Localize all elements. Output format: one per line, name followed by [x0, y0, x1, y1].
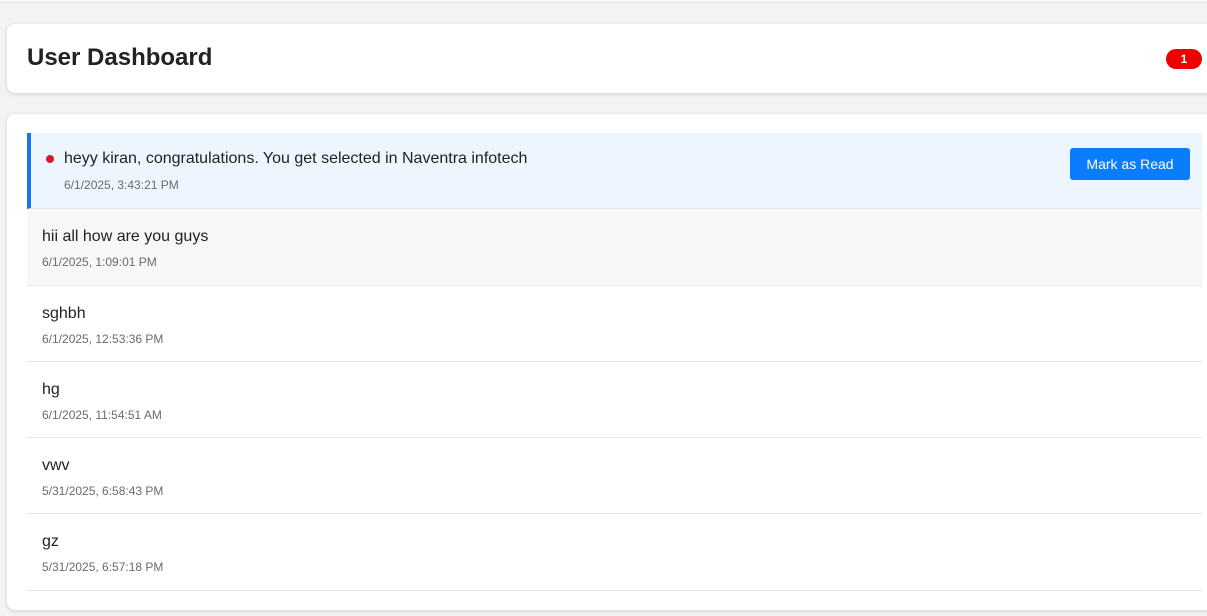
notification-item[interactable]: vwv 5/31/2025, 6:58:43 PM: [27, 438, 1202, 514]
notification-message: hii all how are you guys: [42, 228, 209, 245]
notification-item-unread[interactable]: heyy kiran, congratulations. You get sel…: [27, 133, 1202, 209]
notifications-panel: heyy kiran, congratulations. You get sel…: [7, 114, 1207, 610]
notification-timestamp: 5/31/2025, 6:58:43 PM: [42, 484, 164, 498]
top-divider: [0, 0, 1207, 3]
notification-item[interactable]: sghbh 6/1/2025, 12:53:36 PM: [27, 286, 1202, 362]
notification-message: hg: [42, 381, 60, 398]
notification-item[interactable]: gz 5/31/2025, 6:57:18 PM: [27, 514, 1202, 591]
notification-timestamp: 6/1/2025, 12:53:36 PM: [42, 332, 164, 346]
notification-item[interactable]: hg 6/1/2025, 11:54:51 AM: [27, 362, 1202, 438]
notification-message: gz: [42, 533, 59, 550]
notification-timestamp: 6/1/2025, 3:43:21 PM: [64, 178, 179, 192]
notification-timestamp: 6/1/2025, 11:54:51 AM: [42, 408, 162, 422]
unread-dot-icon: [46, 155, 54, 163]
notification-count-badge[interactable]: 1: [1166, 49, 1202, 69]
notification-message: vwv: [42, 457, 70, 474]
mark-as-read-button[interactable]: Mark as Read: [1070, 148, 1190, 180]
page-title: User Dashboard: [27, 44, 213, 71]
notification-timestamp: 6/1/2025, 1:09:01 PM: [42, 255, 157, 269]
notification-message: sghbh: [42, 305, 86, 322]
notification-item[interactable]: hii all how are you guys 6/1/2025, 1:09:…: [27, 209, 1202, 286]
notification-message: heyy kiran, congratulations. You get sel…: [64, 150, 528, 167]
notification-timestamp: 5/31/2025, 6:57:18 PM: [42, 560, 164, 574]
notification-list: heyy kiran, congratulations. You get sel…: [27, 133, 1202, 591]
dashboard-header: User Dashboard 1: [7, 24, 1207, 93]
